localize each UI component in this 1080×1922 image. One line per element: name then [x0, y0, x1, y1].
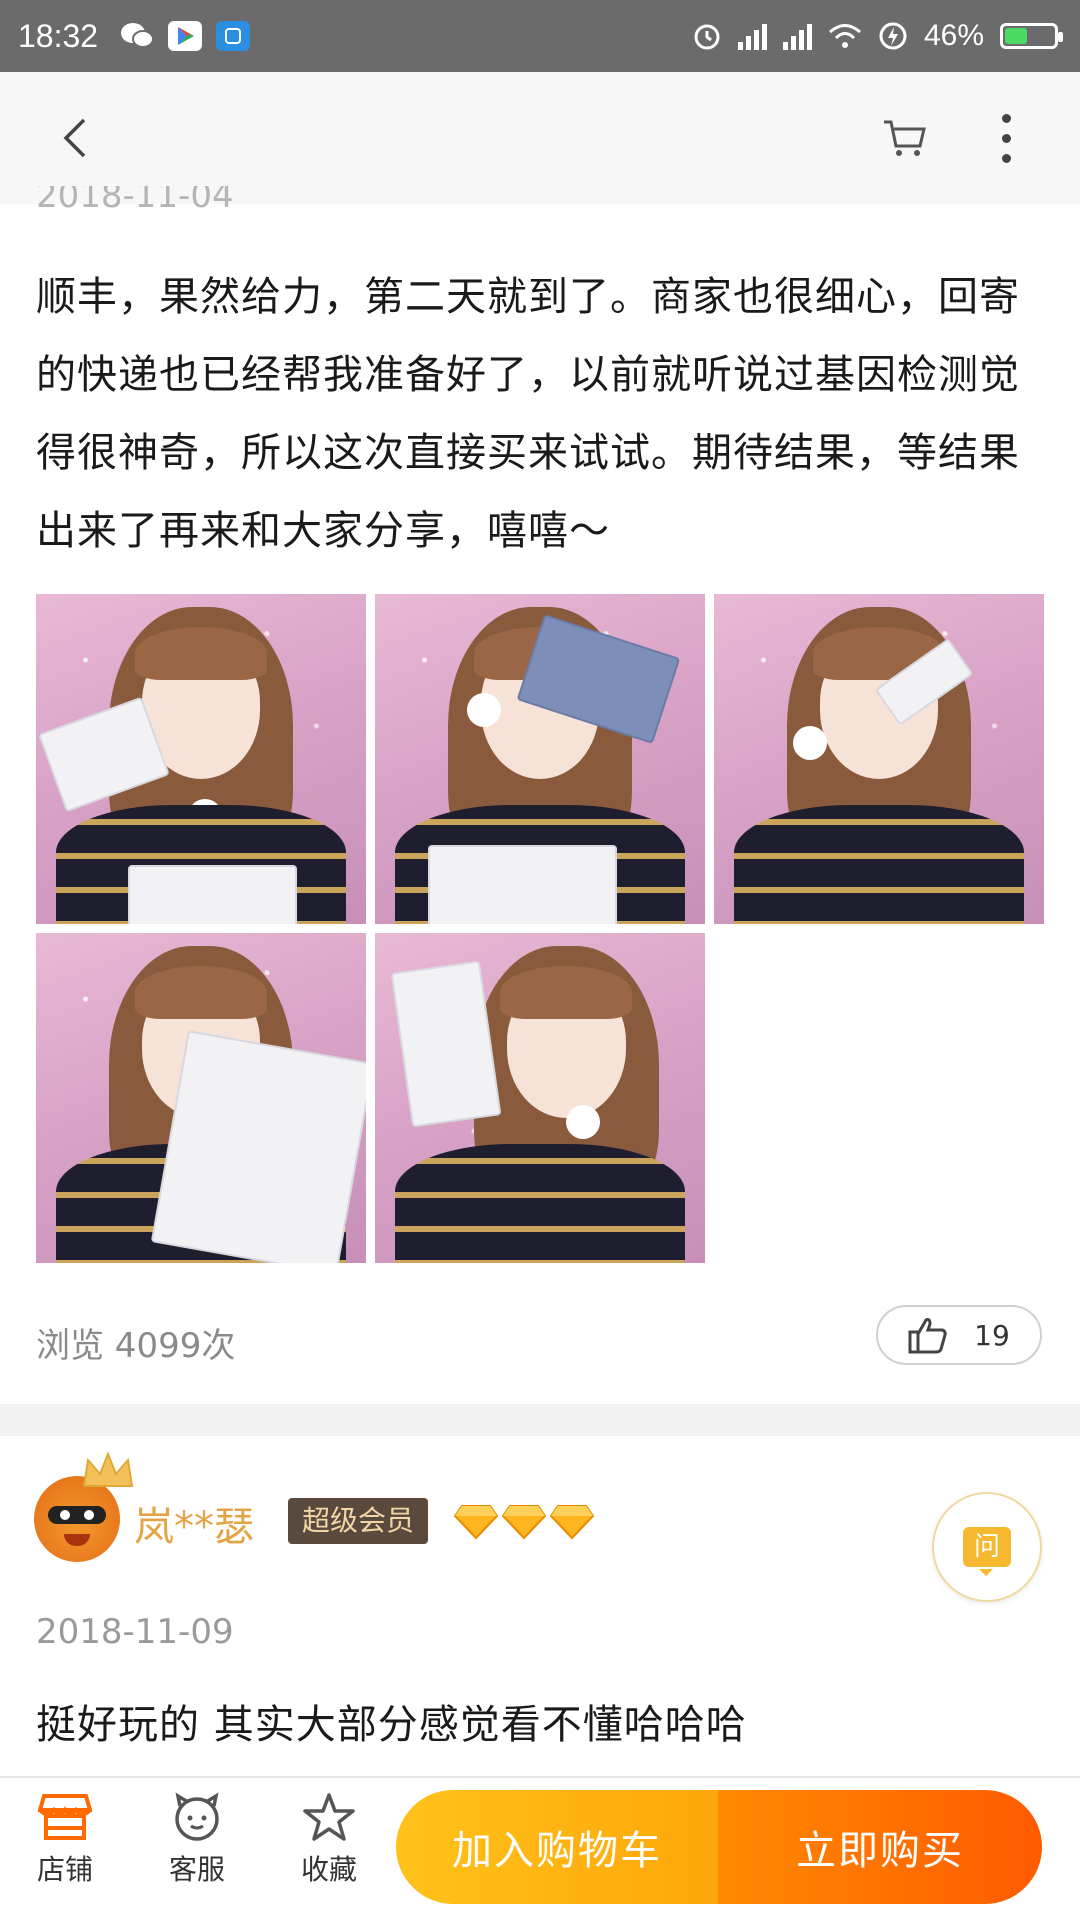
add-to-cart-button[interactable]: 加入购物车	[396, 1790, 718, 1904]
top-nav	[0, 72, 1080, 204]
view-count: 浏览 4099次	[36, 1326, 236, 1366]
store-icon	[38, 1794, 92, 1840]
alarm-icon	[694, 24, 720, 50]
review-text: 挺好玩的 其实大部分感觉看不懂哈哈哈	[36, 1702, 747, 1748]
customer-service-icon	[175, 1792, 219, 1841]
play-store-icon	[168, 21, 203, 51]
battery-percent: 46%	[923, 19, 984, 52]
cart-button[interactable]	[874, 102, 934, 174]
back-button[interactable]	[40, 98, 110, 178]
like-count: 19	[974, 1318, 1010, 1352]
member-badge: 超级会员	[288, 1498, 429, 1544]
more-vertical-icon	[1001, 113, 1011, 163]
ask-label: 问	[963, 1527, 1011, 1576]
wechat-icon	[120, 21, 155, 51]
chevron-left-icon	[63, 118, 86, 158]
tab-customer-service[interactable]: 客服	[142, 1792, 252, 1902]
wifi-icon	[828, 24, 861, 48]
charging-icon	[879, 22, 907, 50]
review-date: 2018-11-04	[36, 186, 234, 212]
thumbs-up-icon	[908, 1318, 947, 1354]
review-photo[interactable]	[36, 594, 366, 924]
bottom-action-bar: 店铺 客服 收藏 加入购物车 立即购买	[0, 1776, 1080, 1922]
battery-icon	[1000, 23, 1063, 49]
cart-icon	[884, 120, 926, 156]
mi-app-icon	[216, 21, 251, 51]
section-divider	[0, 1404, 1080, 1436]
tab-label: 店铺	[36, 1853, 93, 1886]
more-button[interactable]	[976, 98, 1036, 178]
star-icon	[303, 1793, 355, 1841]
tab-label: 收藏	[300, 1853, 357, 1886]
review-photo[interactable]	[375, 594, 705, 924]
signal-hd-icon	[737, 22, 767, 50]
review-photo[interactable]	[36, 933, 366, 1263]
buy-now-button[interactable]: 立即购买	[718, 1790, 1042, 1904]
status-time: 18:32	[18, 17, 99, 54]
tab-label: 客服	[168, 1853, 225, 1886]
review-photo[interactable]	[375, 933, 705, 1263]
status-bar: 18:32 46%	[0, 0, 1080, 72]
like-button[interactable]: 19	[876, 1305, 1042, 1365]
ask-button[interactable]: 问	[932, 1492, 1042, 1602]
diamond-icon	[502, 1505, 546, 1540]
username[interactable]: 岚**瑟	[134, 1494, 254, 1552]
member-level	[454, 1504, 594, 1540]
signal-icon	[782, 22, 812, 50]
diamond-icon	[550, 1505, 594, 1540]
tab-favorite[interactable]: 收藏	[274, 1792, 384, 1902]
crown-icon	[82, 1451, 134, 1487]
diamond-icon	[454, 1505, 498, 1540]
tab-store[interactable]: 店铺	[10, 1792, 120, 1902]
review-text: 顺丰，果然给力，第二天就到了。商家也很细心，回寄的快递也已经帮我准备好了，以前就…	[36, 274, 1020, 554]
review-date: 2018-11-09	[36, 1612, 234, 1652]
review-photo[interactable]	[714, 594, 1044, 924]
